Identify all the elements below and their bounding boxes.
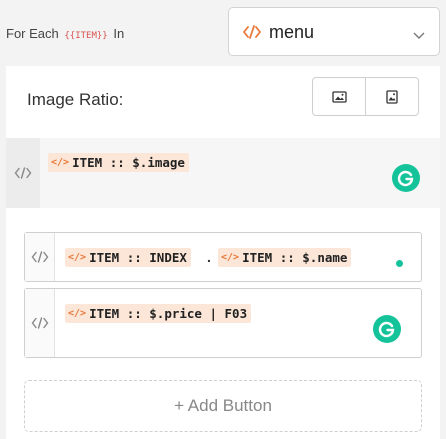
code-icon: </> bbox=[68, 252, 87, 263]
ratio-portrait-button[interactable] bbox=[365, 78, 418, 115]
portrait-image-icon bbox=[386, 89, 398, 104]
chip-label: ITEM :: $.price | F03 bbox=[89, 306, 248, 321]
code-icon: </> bbox=[68, 308, 87, 319]
variable-chip-image[interactable]: </> ITEM :: $.image bbox=[48, 153, 189, 172]
grammarly-icon[interactable] bbox=[373, 315, 401, 343]
collection-select[interactable]: menu bbox=[228, 7, 440, 56]
separator-text: . bbox=[207, 249, 211, 265]
code-icon bbox=[31, 317, 48, 329]
variable-chip-index[interactable]: </> ITEM :: INDEX bbox=[65, 248, 191, 267]
code-toggle-button[interactable] bbox=[6, 138, 40, 208]
code-icon: </> bbox=[221, 252, 240, 263]
grammarly-icon[interactable] bbox=[392, 164, 420, 192]
chevron-down-icon bbox=[413, 27, 425, 45]
price-field[interactable] bbox=[24, 288, 422, 358]
code-icon bbox=[243, 25, 261, 44]
code-icon bbox=[14, 167, 32, 179]
image-ratio-toggle bbox=[312, 77, 419, 116]
ratio-landscape-button[interactable] bbox=[313, 78, 365, 115]
foreach-suffix: In bbox=[113, 26, 125, 41]
code-icon bbox=[31, 251, 48, 263]
variable-chip-price[interactable]: </> ITEM :: $.price | F03 bbox=[65, 304, 252, 323]
grammarly-dot-icon[interactable] bbox=[396, 260, 403, 267]
chip-label: ITEM :: $.name bbox=[242, 250, 348, 265]
foreach-row: For Each {{ITEM}} In menu bbox=[0, 0, 446, 66]
code-toggle-button[interactable] bbox=[25, 289, 55, 357]
foreach-label: For Each {{ITEM}} In bbox=[6, 26, 124, 41]
landscape-image-icon bbox=[331, 90, 347, 103]
variable-chip-name[interactable]: </> ITEM :: $.name bbox=[218, 248, 352, 267]
image-field[interactable] bbox=[6, 138, 440, 208]
chip-label: ITEM :: $.image bbox=[72, 155, 185, 170]
code-toggle-button[interactable] bbox=[25, 233, 55, 281]
image-ratio-label: Image Ratio: bbox=[27, 90, 124, 109]
collection-select-value: menu bbox=[269, 22, 315, 42]
add-button[interactable]: + Add Button bbox=[24, 380, 422, 432]
foreach-prefix: For Each bbox=[6, 26, 59, 41]
chip-label: ITEM :: INDEX bbox=[89, 250, 187, 265]
foreach-tag: {{ITEM}} bbox=[64, 31, 108, 41]
code-icon: </> bbox=[51, 157, 70, 168]
